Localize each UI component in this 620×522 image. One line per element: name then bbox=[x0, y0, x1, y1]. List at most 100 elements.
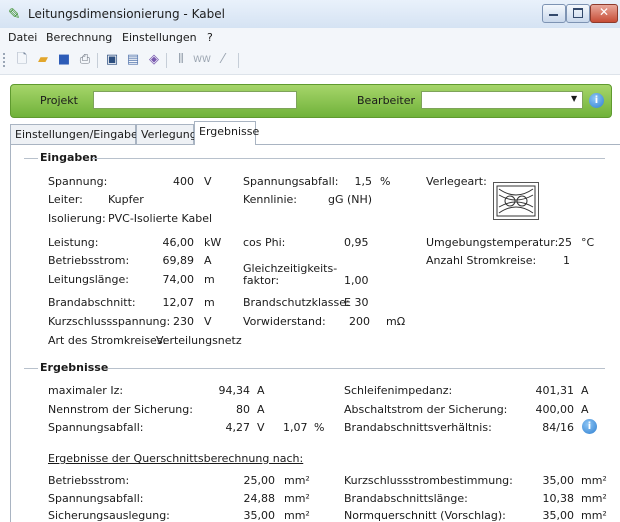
cross-sicherung-value: 35,00 bbox=[243, 509, 276, 522]
spannung-value: 400 bbox=[173, 175, 194, 188]
dropdown-arrow-icon[interactable]: ▼ bbox=[571, 94, 577, 103]
maximize-icon bbox=[573, 8, 583, 18]
brandabschnitt-label: Brandabschnitt: bbox=[48, 296, 136, 309]
document-icon[interactable]: ▤ bbox=[124, 51, 142, 69]
leiter-value: Kupfer bbox=[108, 193, 144, 206]
save-icon[interactable]: ■ bbox=[55, 51, 73, 69]
open-folder-icon[interactable]: ▰ bbox=[34, 51, 52, 69]
vorwiderstand-label: Vorwiderstand: bbox=[243, 315, 326, 328]
gleichzeitigkeit-value: 1,00 bbox=[344, 274, 369, 287]
section-line bbox=[24, 368, 38, 369]
tool-a-icon[interactable]: Ⅱ bbox=[172, 51, 190, 69]
betriebsstrom-unit: A bbox=[204, 254, 212, 267]
kennlinie-label: Kennlinie: bbox=[243, 193, 297, 206]
pencil-icon: ✎ bbox=[8, 5, 21, 23]
nennstrom-value: 80 bbox=[236, 403, 250, 416]
nennstrom-label: Nennstrom der Sicherung: bbox=[48, 403, 193, 416]
nennstrom-unit: A bbox=[257, 403, 265, 416]
menu-einstellungen[interactable]: Einstellungen bbox=[122, 31, 197, 44]
leistung-value: 46,00 bbox=[162, 236, 195, 249]
cross-section-heading: Ergebnisse der Querschnittsberechnung na… bbox=[48, 452, 304, 465]
cross-normquerschnitt-unit: mm² bbox=[581, 509, 607, 522]
new-file-icon[interactable]: 🗋 bbox=[13, 51, 31, 69]
cross-spannungsabfall-unit: mm² bbox=[284, 492, 310, 505]
spannung-unit: V bbox=[204, 175, 212, 188]
menu-help[interactable]: ? bbox=[207, 31, 213, 44]
kurzschlussspannung-label: Kurzschlussspannung: bbox=[48, 315, 171, 328]
menu-datei[interactable]: Datei bbox=[8, 31, 37, 44]
close-button[interactable]: ✕ bbox=[590, 4, 618, 23]
stromkreis-value: Verteilungsnetz bbox=[156, 334, 242, 347]
kennlinie-value: gG (NH) bbox=[328, 193, 373, 206]
stromkreise-label: Anzahl Stromkreise: bbox=[426, 254, 537, 267]
info-icon[interactable]: i bbox=[582, 419, 597, 434]
results-spannungsabfall-unit: V bbox=[257, 421, 265, 434]
cross-spannungsabfall-label: Spannungsabfall: bbox=[48, 492, 144, 505]
cross-normquerschnitt-label: Normquerschnitt (Vorschlag): bbox=[344, 509, 506, 522]
results-heading: Ergebnisse bbox=[40, 361, 109, 374]
tool-b-icon[interactable]: WW bbox=[193, 51, 211, 69]
inputs-heading: Eingaben bbox=[40, 151, 98, 164]
info-icon[interactable]: i bbox=[589, 93, 604, 108]
cosphi-value: 0,95 bbox=[344, 236, 369, 249]
schleifenimpedanz-value: 401,31 bbox=[535, 384, 575, 397]
editor-label: Bearbeiter bbox=[357, 94, 415, 107]
leiter-label: Leiter: bbox=[48, 193, 83, 206]
umgebungstemperatur-label: Umgebungstemperatur: bbox=[426, 236, 559, 249]
section-line bbox=[108, 368, 605, 369]
cosphi-label: cos Phi: bbox=[243, 236, 286, 249]
leitungslaenge-label: Leitungslänge: bbox=[48, 273, 129, 286]
cable-icon[interactable]: ◈ bbox=[145, 51, 163, 69]
betriebsstrom-value: 69,89 bbox=[162, 254, 195, 267]
project-input[interactable] bbox=[93, 91, 297, 109]
vorwiderstand-value: 200 bbox=[349, 315, 370, 328]
results-spannungsabfall-value: 4,27 bbox=[225, 421, 251, 434]
cross-kurzschluss-value: 35,00 bbox=[542, 474, 575, 487]
lock-icon[interactable]: ▣ bbox=[103, 51, 121, 69]
maximize-button[interactable] bbox=[566, 4, 590, 23]
editor-select[interactable] bbox=[421, 91, 583, 109]
kurzschlussspannung-value: 230 bbox=[173, 315, 194, 328]
vorwiderstand-unit: mΩ bbox=[386, 315, 406, 328]
section-line bbox=[92, 158, 605, 159]
minimize-button[interactable] bbox=[542, 4, 566, 23]
abschaltstrom-unit: A bbox=[581, 403, 589, 416]
window-title: Leitungsdimensionierung - Kabel bbox=[28, 7, 225, 21]
umgebungstemperatur-unit: °C bbox=[581, 236, 595, 249]
schleifenimpedanz-label: Schleifenimpedanz: bbox=[344, 384, 453, 397]
betriebsstrom-label: Betriebsstrom: bbox=[48, 254, 130, 267]
spannungsabfall-label: Spannungsabfall: bbox=[243, 175, 339, 188]
tab-einstellungen[interactable]: Einstellungen/Eingaben bbox=[10, 124, 145, 144]
section-line bbox=[24, 158, 38, 159]
brandschutzklasse-label: Brandschutzklasse: bbox=[243, 296, 350, 309]
cross-brandabschnitt-unit: mm² bbox=[581, 492, 607, 505]
isolierung-label: Isolierung: bbox=[48, 212, 106, 225]
leistung-unit: kW bbox=[204, 236, 222, 249]
max-iz-unit: A bbox=[257, 384, 265, 397]
menu-berechnung[interactable]: Berechnung bbox=[46, 31, 112, 44]
toolbar-grip bbox=[3, 53, 7, 67]
cross-kurzschluss-unit: mm² bbox=[581, 474, 607, 487]
results-spannungsabfall-percent: 1,07 bbox=[283, 421, 308, 434]
leitungslaenge-unit: m bbox=[204, 273, 215, 286]
verlegeart-label: Verlegeart: bbox=[426, 175, 487, 188]
cross-brandabschnitt-value: 10,38 bbox=[542, 492, 575, 505]
abschaltstrom-label: Abschaltstrom der Sicherung: bbox=[344, 403, 508, 416]
results-spannungsabfall-label: Spannungsabfall: bbox=[48, 421, 144, 434]
close-icon: ✕ bbox=[599, 5, 610, 19]
tab-verlegung[interactable]: Verlegung bbox=[136, 124, 197, 144]
abschaltstrom-value: 400,00 bbox=[535, 403, 575, 416]
results-spannungsabfall-percent-unit: % bbox=[314, 421, 325, 434]
cable-bundle-icon bbox=[496, 185, 536, 217]
brandschutzklasse-value: E 30 bbox=[344, 296, 369, 309]
brandverhaeltnis-label: Brandabschnittsverhältnis: bbox=[344, 421, 492, 434]
tab-ergebnisse[interactable]: Ergebnisse bbox=[194, 121, 259, 145]
brandverhaeltnis-value: 84/16 bbox=[542, 421, 574, 434]
cross-betriebsstrom-label: Betriebsstrom: bbox=[48, 474, 130, 487]
print-icon[interactable]: ⎙ bbox=[76, 51, 94, 69]
kurzschlussspannung-unit: V bbox=[204, 315, 212, 328]
max-iz-label: maximaler Iz: bbox=[48, 384, 124, 397]
cross-brandabschnitt-label: Brandabschnittslänge: bbox=[344, 492, 468, 505]
toolbar-separator bbox=[97, 53, 98, 68]
wrench-icon[interactable]: ⁄ bbox=[214, 51, 232, 69]
